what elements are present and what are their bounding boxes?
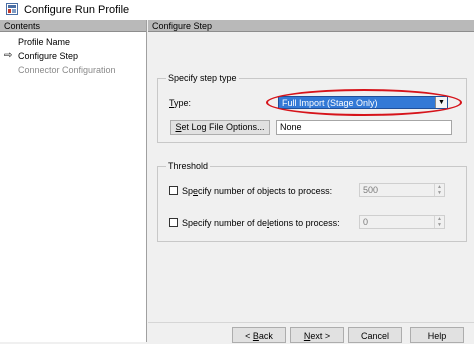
- objects-threshold-spinner[interactable]: 500 ▲ ▼: [359, 183, 445, 197]
- help-button[interactable]: Help: [410, 327, 464, 343]
- step-type-legend: Specify step type: [166, 73, 239, 83]
- deletions-threshold-label: Specify number of deletions to process:: [182, 218, 340, 228]
- threshold-group: Threshold: [157, 161, 467, 242]
- deletions-threshold-value: 0: [363, 217, 369, 227]
- objects-threshold-checkbox[interactable]: [169, 186, 178, 195]
- objects-threshold-label: Specify number of objects to process:: [182, 186, 333, 196]
- window-titlebar: Configure Run Profile: [0, 0, 474, 20]
- spin-down-icon[interactable]: ▼: [435, 190, 444, 196]
- configure-step-header: Configure Step: [148, 20, 474, 32]
- back-button[interactable]: < Back: [232, 327, 286, 343]
- nav-item-profile-name[interactable]: Profile Name: [18, 37, 70, 47]
- current-step-arrow-icon: ⇨: [4, 50, 13, 61]
- wizard-button-bar: < Back Next > Cancel Help: [148, 322, 474, 343]
- set-log-file-options-button[interactable]: Set Log File Options...: [170, 120, 270, 135]
- spin-down-icon[interactable]: ▼: [435, 222, 444, 228]
- objects-threshold-value: 500: [363, 185, 379, 195]
- cancel-button[interactable]: Cancel: [348, 327, 402, 343]
- deletions-spin-buttons: ▲ ▼: [434, 216, 444, 228]
- nav-item-configure-step[interactable]: Configure Step: [18, 51, 78, 61]
- contents-header: Contents: [0, 20, 146, 32]
- highlight-annotation: [266, 89, 462, 116]
- type-label: Type:: [169, 98, 192, 108]
- deletions-threshold-checkbox[interactable]: [169, 218, 178, 227]
- contents-panel: Contents Profile Name ⇨ Configure Step C…: [0, 20, 147, 342]
- objects-spin-buttons: ▲ ▼: [434, 184, 444, 196]
- window-title: Configure Run Profile: [24, 4, 130, 16]
- next-button[interactable]: Next >: [290, 327, 344, 343]
- log-file-value-field: None: [276, 120, 452, 135]
- app-icon: [6, 3, 18, 15]
- deletions-threshold-spinner[interactable]: 0 ▲ ▼: [359, 215, 445, 229]
- nav-item-connector-configuration: Connector Configuration: [18, 65, 116, 75]
- threshold-legend: Threshold: [166, 161, 211, 171]
